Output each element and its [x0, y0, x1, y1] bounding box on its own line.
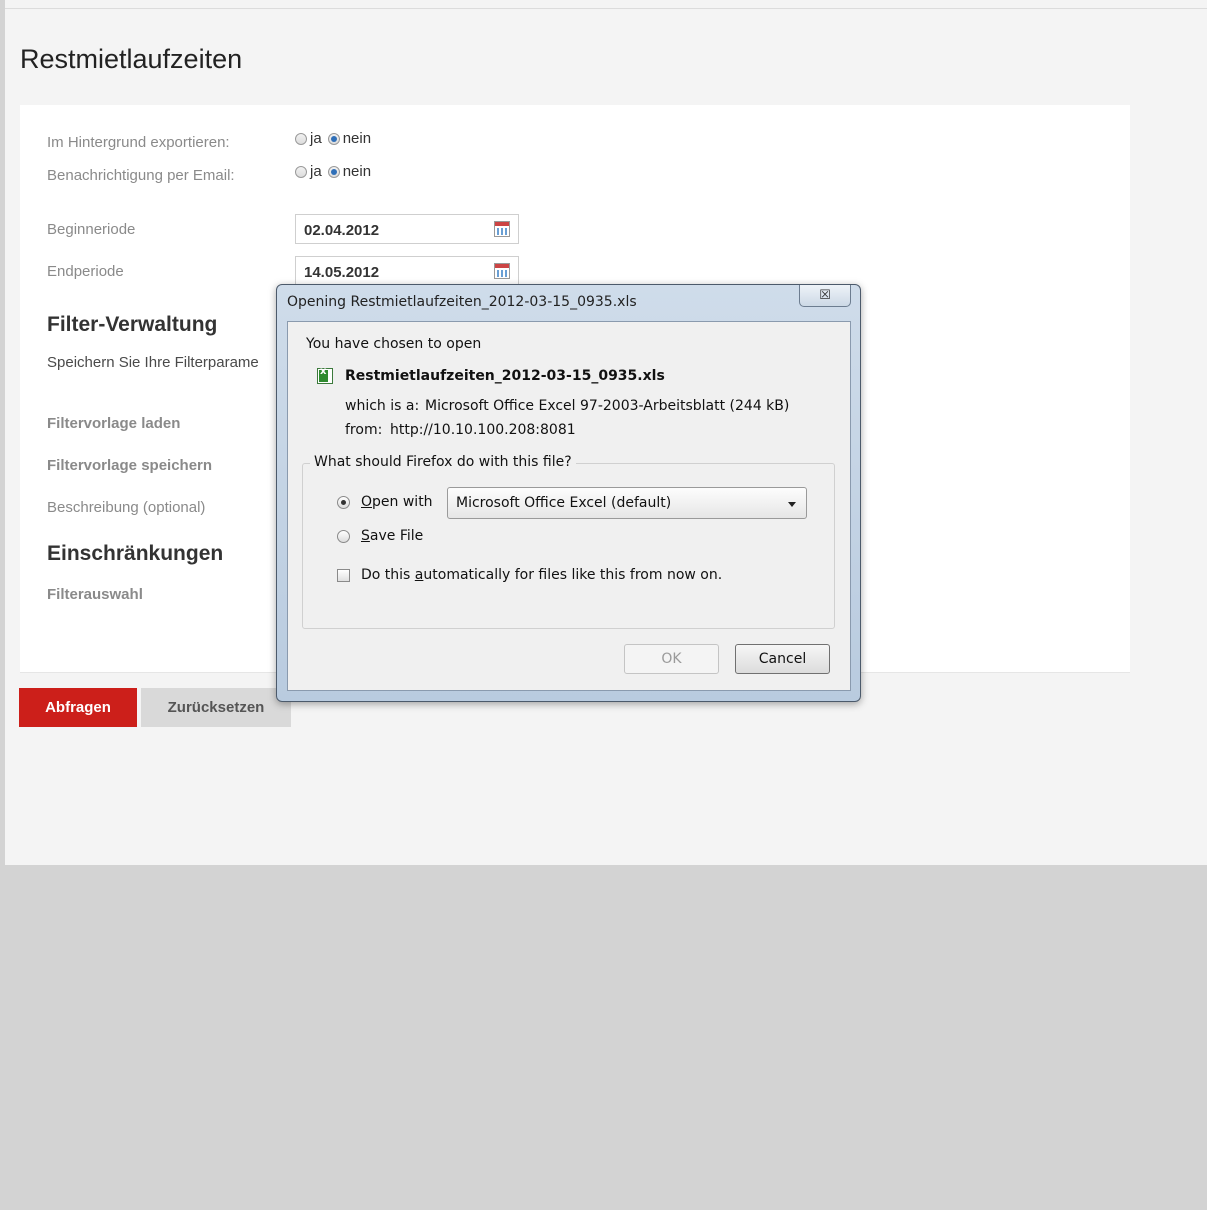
- file-type-value: Microsoft Office Excel 97-2003-Arbeitsbl…: [425, 398, 790, 414]
- top-divider: [5, 8, 1207, 9]
- end-period-value: 14.05.2012: [304, 264, 380, 281]
- auto-action-checkbox[interactable]: [337, 569, 350, 582]
- file-source-label: from:: [345, 422, 383, 438]
- email-notification-yes-radio[interactable]: [295, 165, 307, 178]
- restrictions-heading: Einschränkungen: [47, 542, 224, 565]
- reset-button[interactable]: Zurücksetzen: [141, 688, 291, 727]
- begin-period-value: 02.04.2012: [304, 222, 380, 239]
- open-with-radio[interactable]: [337, 496, 350, 509]
- filter-description-text: Speichern Sie Ihre Filterparame: [47, 354, 259, 371]
- action-legend: What should Firefox do with this file?: [310, 454, 576, 470]
- load-template-label: Filtervorlage laden: [47, 415, 181, 432]
- open-with-app-select[interactable]: Microsoft Office Excel (default): [447, 487, 807, 519]
- export-background-no-label: nein: [342, 130, 372, 147]
- ok-button[interactable]: OK: [624, 644, 719, 674]
- export-background-yes-radio[interactable]: [295, 132, 307, 145]
- open-with-app-value: Microsoft Office Excel (default): [456, 495, 672, 511]
- email-notification-label: Benachrichtigung per Email:: [47, 167, 235, 184]
- excel-file-icon: [317, 366, 333, 384]
- close-icon: ☒: [819, 287, 831, 303]
- query-button[interactable]: Abfragen: [19, 688, 137, 727]
- export-background-no-radio[interactable]: [327, 132, 340, 145]
- email-notification-radio-group: ja nein: [295, 163, 377, 180]
- file-source-value: http://10.10.100.208:8081: [390, 422, 576, 438]
- file-name: Restmietlaufzeiten_2012-03-15_0935.xls: [345, 368, 665, 384]
- page-title: Restmietlaufzeiten: [20, 44, 243, 74]
- description-optional-label: Beschreibung (optional): [47, 499, 206, 516]
- dialog-title: Opening Restmietlaufzeiten_2012-03-15_09…: [287, 294, 637, 310]
- auto-action-label[interactable]: Do this automatically for files like thi…: [361, 567, 722, 583]
- file-type-label: which is a:: [345, 398, 420, 414]
- export-background-radio-group: ja nein: [295, 130, 377, 147]
- filter-management-heading: Filter-Verwaltung: [47, 313, 218, 336]
- save-template-label: Filtervorlage speichern: [47, 457, 213, 474]
- close-button[interactable]: ☒: [799, 285, 851, 307]
- chevron-down-icon: [788, 502, 796, 507]
- export-background-label: Im Hintergrund exportieren:: [47, 134, 230, 151]
- export-background-yes-label: ja: [310, 130, 322, 147]
- begin-period-label: Beginneriode: [47, 221, 136, 238]
- save-file-label[interactable]: Save File: [361, 528, 423, 544]
- open-with-label[interactable]: Open with: [361, 494, 433, 510]
- dialog-intro: You have chosen to open: [306, 336, 482, 352]
- email-notification-yes-label: ja: [310, 163, 322, 180]
- filter-selection-label: Filterauswahl: [47, 586, 143, 603]
- begin-period-field[interactable]: 02.04.2012: [295, 214, 519, 244]
- end-period-field[interactable]: 14.05.2012: [295, 256, 519, 286]
- calendar-icon[interactable]: [494, 263, 510, 279]
- email-notification-no-label: nein: [342, 163, 372, 180]
- end-period-label: Endperiode: [47, 263, 124, 280]
- save-file-radio[interactable]: [337, 530, 350, 543]
- calendar-icon[interactable]: [494, 221, 510, 237]
- dialog-body: You have chosen to open Restmietlaufzeit…: [287, 321, 851, 691]
- email-notification-no-radio[interactable]: [327, 165, 340, 178]
- cancel-button[interactable]: Cancel: [735, 644, 830, 674]
- download-dialog: Opening Restmietlaufzeiten_2012-03-15_09…: [276, 284, 861, 702]
